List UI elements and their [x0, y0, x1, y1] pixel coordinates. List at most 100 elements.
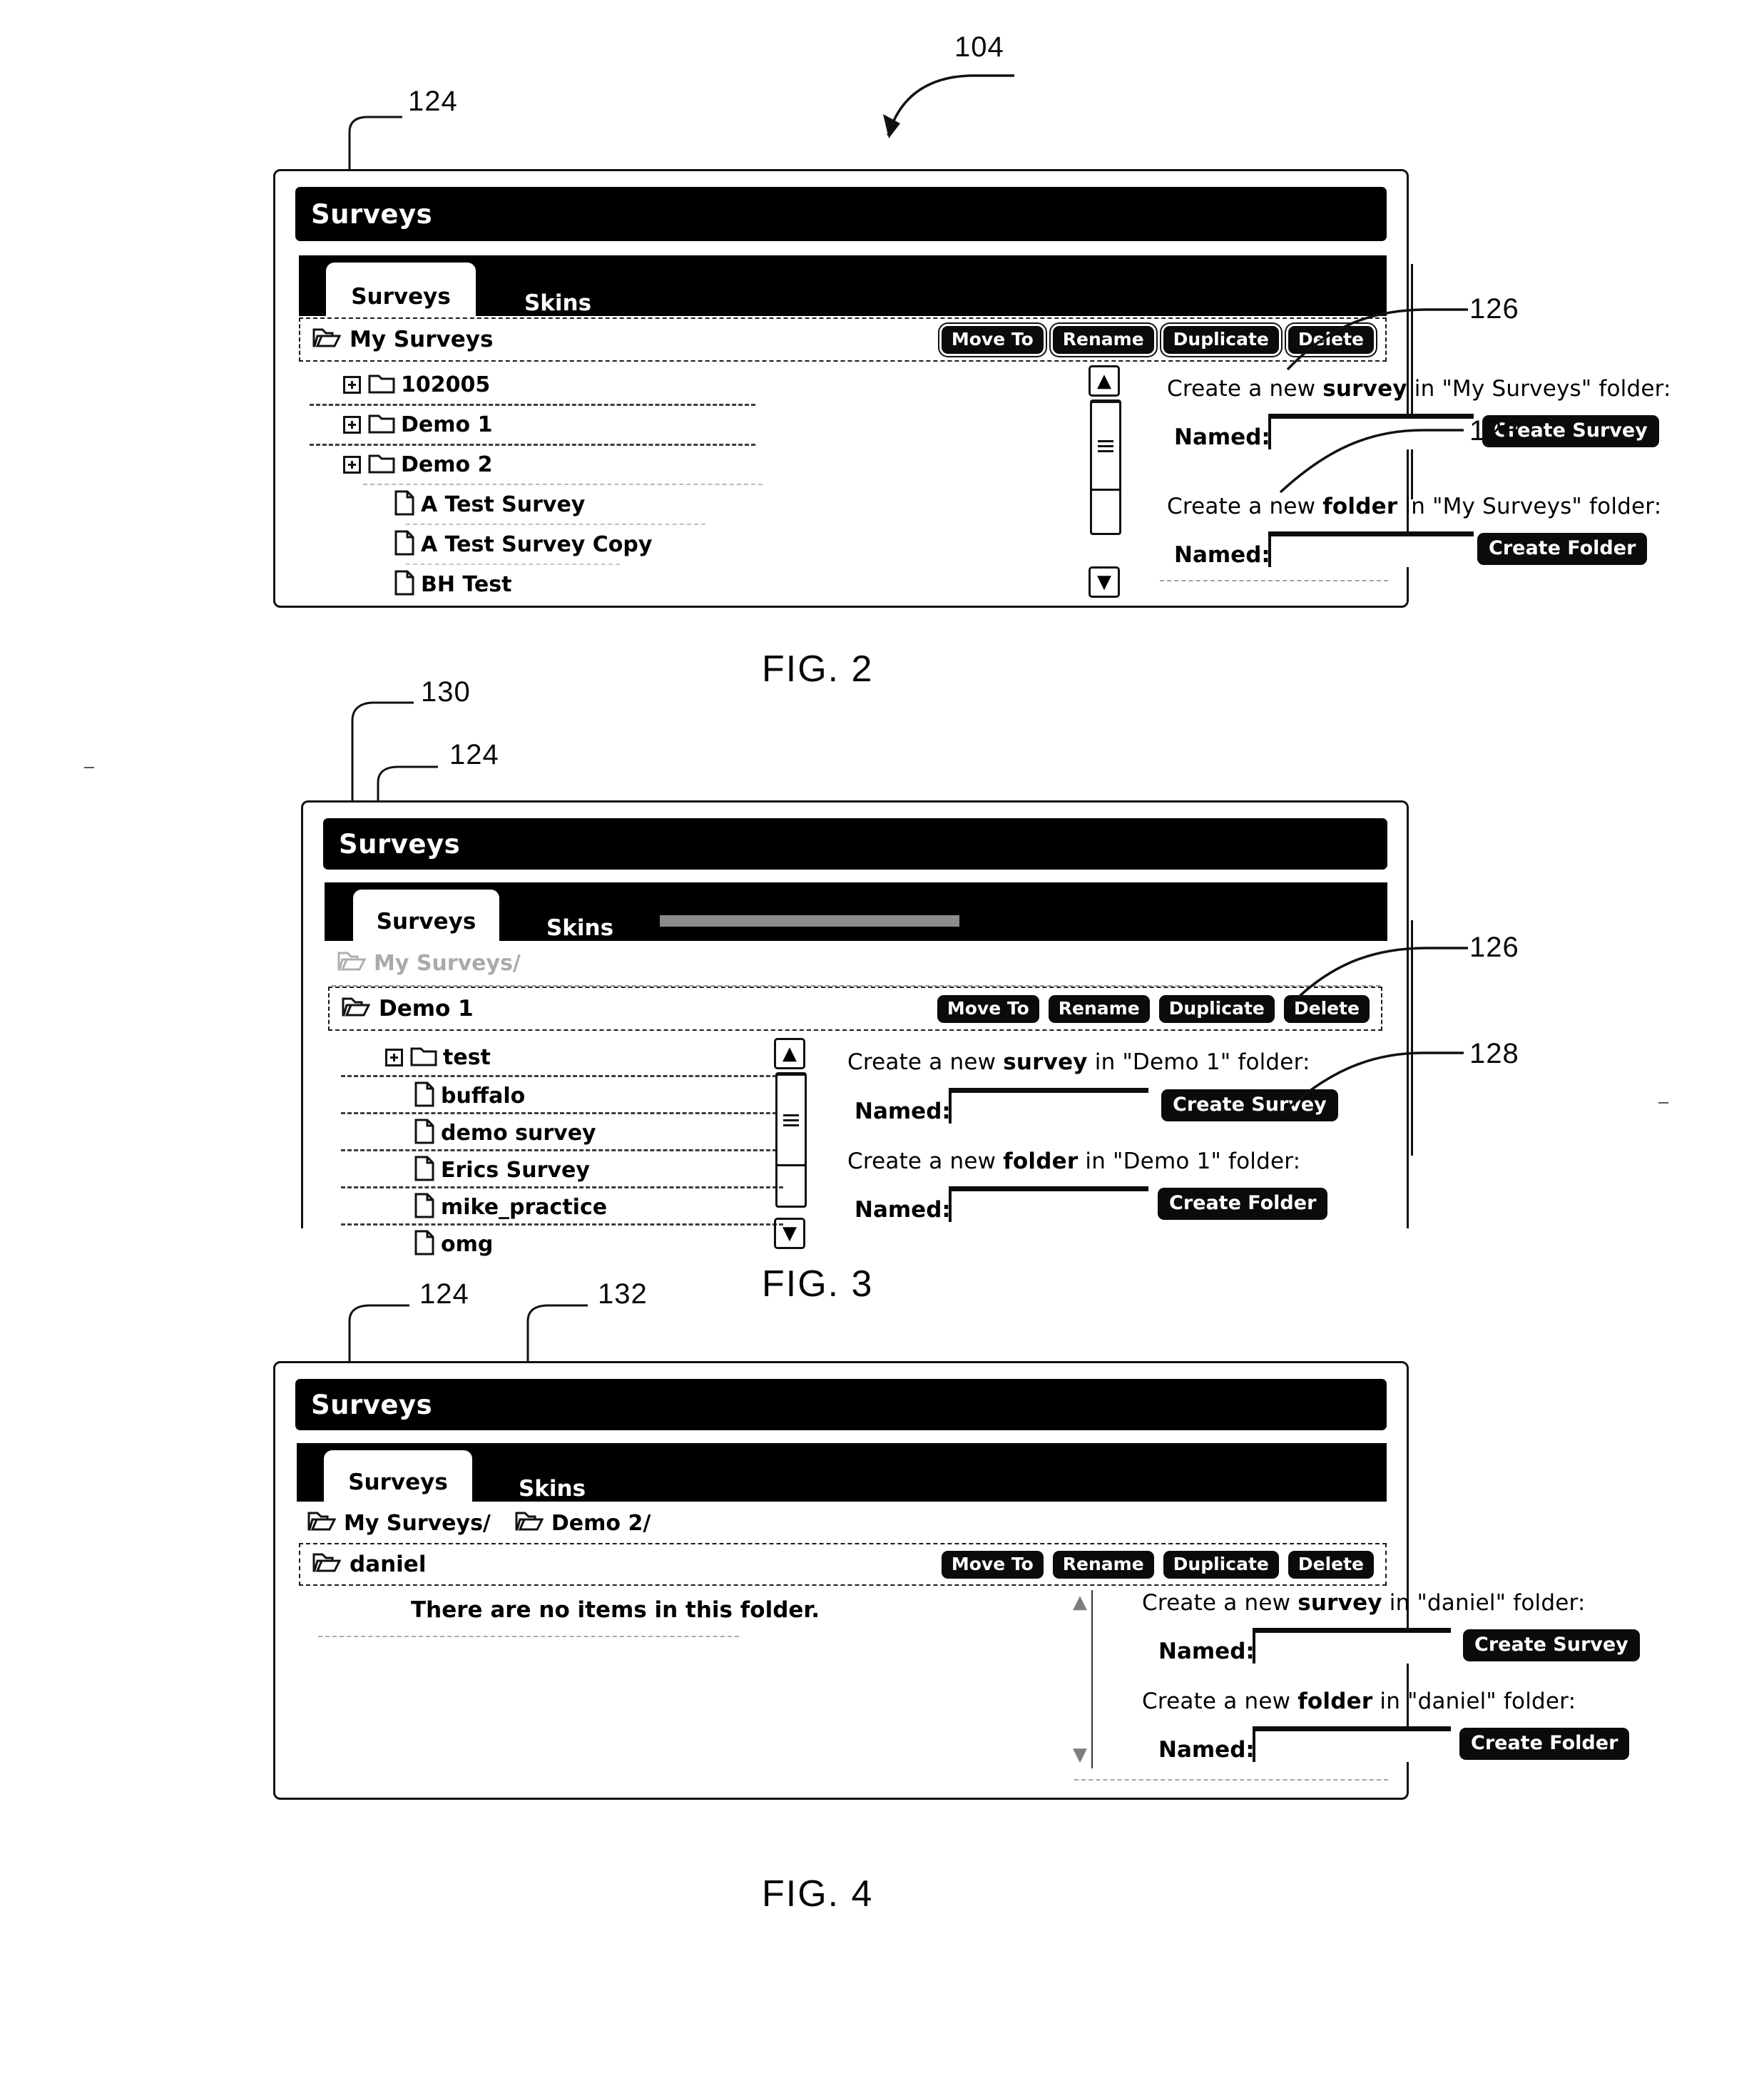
prompt-post: in "My Surveys" folder:	[1407, 376, 1671, 402]
tree-row[interactable]: buffalo	[414, 1076, 525, 1115]
tree-divider	[341, 1223, 783, 1226]
tab-skins-label: Skins	[546, 915, 614, 941]
tree-row[interactable]: A Test Survey	[394, 485, 585, 524]
prompt-pre: Create a new	[1167, 376, 1323, 402]
fig2-app-window: Surveys Surveys Skins My Surveys Move To…	[273, 169, 1671, 608]
tab-surveys[interactable]: Surveys	[324, 1450, 472, 1502]
breadcrumb-item[interactable]: My Surveys/	[337, 949, 521, 977]
tab-surveys[interactable]: Surveys	[353, 890, 499, 941]
move-to-button[interactable]: Move To	[937, 994, 1039, 1023]
tree-row[interactable]: BH Test	[394, 565, 511, 603]
scroll-up-arrow-icon[interactable]: ▲	[1067, 1590, 1093, 1614]
tree-row[interactable]: A Test Survey Copy	[394, 525, 652, 564]
fig4-tree-scrollbar[interactable]: ▲ ▼	[1067, 1590, 1097, 1768]
move-to-button[interactable]: Move To	[941, 325, 1044, 354]
folder-open-icon	[342, 994, 371, 1023]
document-icon	[414, 1118, 435, 1148]
callout-124-fig2: 124	[408, 86, 458, 117]
scrollbar-thumb[interactable]	[1090, 401, 1121, 491]
fig3-survey-name-input[interactable]	[949, 1088, 1148, 1124]
duplicate-button[interactable]: Duplicate	[1163, 1550, 1279, 1579]
rename-button[interactable]: Rename	[1052, 325, 1154, 354]
folder-open-icon	[307, 1509, 337, 1537]
fig4-current-folder[interactable]: daniel	[300, 1550, 426, 1579]
fig4-empty-folder-message: There are no items in this folder.	[411, 1597, 820, 1623]
scrollbar-track[interactable]	[1091, 1590, 1093, 1768]
delete-button[interactable]: Delete	[1288, 1550, 1374, 1579]
scroll-up-arrow-icon[interactable]: ▲	[1089, 365, 1120, 397]
fig2-create-folder-button[interactable]: Create Folder	[1477, 533, 1648, 565]
tab-surveys-label: Surveys	[348, 1470, 448, 1495]
fig3-title-bar: Surveys	[323, 818, 1387, 870]
fig4-folder-name-input[interactable]	[1253, 1726, 1451, 1762]
fig2-current-folder-label: My Surveys	[350, 327, 494, 352]
tab-surveys[interactable]: Surveys	[326, 263, 476, 316]
tree-row[interactable]: Demo 2	[343, 445, 492, 484]
callout-126-fig3: 126	[1469, 932, 1519, 963]
plus-expander-icon[interactable]	[343, 455, 361, 474]
tree-row[interactable]: test	[385, 1038, 491, 1076]
document-icon	[414, 1192, 435, 1223]
callout-104: 104	[954, 31, 1004, 63]
fig4-survey-name-input[interactable]	[1253, 1628, 1451, 1664]
fig4-action-buttons: Move To Rename Duplicate Delete	[941, 1550, 1385, 1579]
scroll-down-arrow-icon[interactable]: ▼	[774, 1218, 805, 1249]
tab-skins[interactable]: Skins	[488, 1450, 616, 1509]
fig3-named-label-folder: Named:	[855, 1197, 951, 1223]
fig2-folder-name-input[interactable]	[1268, 531, 1474, 567]
fig2-tree-scrollbar[interactable]: ▲ ▼	[1089, 365, 1124, 601]
plus-expander-icon[interactable]	[385, 1048, 403, 1066]
folder-icon	[410, 1045, 437, 1070]
scroll-up-arrow-icon[interactable]: ▲	[774, 1038, 805, 1069]
fig4-create-survey-button[interactable]: Create Survey	[1463, 1629, 1640, 1661]
tab-skins[interactable]: Skins	[516, 890, 644, 949]
scroll-down-arrow-icon[interactable]: ▼	[1089, 566, 1120, 598]
margin-tick-right	[1658, 1102, 1668, 1104]
document-icon	[414, 1155, 435, 1186]
tree-row[interactable]: Erics Survey	[414, 1151, 590, 1189]
fig2-folder-tree: 102005 Demo 1 Demo 2 A Test Survey A Tes…	[299, 365, 798, 601]
prompt-pre: Create a new	[1142, 1689, 1298, 1714]
breadcrumb-item[interactable]: Demo 2/	[515, 1509, 651, 1537]
breadcrumb-item[interactable]: My Surveys/	[307, 1509, 491, 1537]
tree-row[interactable]: 102005	[343, 365, 490, 404]
fig4-create-folder-button[interactable]: Create Folder	[1459, 1728, 1630, 1760]
fig4-create-folder-prompt: Create a new folder in "daniel" folder:	[1142, 1689, 1576, 1714]
duplicate-button[interactable]: Duplicate	[1163, 325, 1279, 354]
prompt-bold: folder	[1003, 1148, 1079, 1174]
prompt-pre: Create a new	[1167, 494, 1323, 519]
prompt-pre: Create a new	[847, 1049, 1004, 1075]
document-icon	[414, 1081, 435, 1111]
rename-button[interactable]: Rename	[1052, 1550, 1154, 1579]
plus-expander-icon[interactable]	[343, 415, 361, 434]
scrollbar-thumb-grip-icon	[783, 1111, 799, 1129]
folder-open-icon	[312, 1550, 342, 1579]
fig3-create-folder-button[interactable]: Create Folder	[1158, 1188, 1328, 1220]
duplicate-button[interactable]: Duplicate	[1158, 994, 1275, 1023]
callout-124-fig4: 124	[419, 1278, 469, 1310]
fig2-named-label-survey: Named:	[1174, 424, 1270, 450]
tree-divider	[341, 1075, 783, 1077]
plus-expander-icon[interactable]	[343, 375, 361, 394]
fig2-window-title: Surveys	[311, 198, 433, 230]
fig4-tab-strip: Surveys Skins	[297, 1443, 1387, 1502]
fig3-breadcrumb: My Surveys/	[337, 942, 545, 984]
fig2-current-folder[interactable]: My Surveys	[300, 325, 493, 354]
rename-button[interactable]: Rename	[1048, 994, 1150, 1023]
tree-row[interactable]: demo survey	[414, 1114, 596, 1152]
tab-skins[interactable]: Skins	[490, 263, 626, 324]
breadcrumb-label: My Surveys/	[374, 950, 521, 976]
fig4-breadcrumb: My Surveys/ Demo 2/	[307, 1503, 675, 1543]
tree-row[interactable]: omg	[414, 1225, 493, 1263]
move-to-button[interactable]: Move To	[941, 1550, 1044, 1579]
prompt-pre: Create a new	[1142, 1590, 1298, 1616]
fig3-tree-scrollbar[interactable]: ▲ ▼	[774, 1038, 810, 1252]
fig2-create-folder-prompt: Create a new folder in "My Surveys" fold…	[1167, 494, 1661, 519]
fig3-folder-name-input[interactable]	[949, 1186, 1148, 1222]
breadcrumb-label: My Surveys/	[344, 1510, 491, 1536]
scrollbar-thumb[interactable]	[775, 1074, 807, 1166]
fig3-current-folder[interactable]: Demo 1	[330, 994, 474, 1023]
scroll-down-arrow-icon[interactable]: ▼	[1067, 1743, 1093, 1767]
tree-row[interactable]: mike_practice	[414, 1188, 607, 1226]
tree-row[interactable]: Demo 1	[343, 405, 492, 444]
